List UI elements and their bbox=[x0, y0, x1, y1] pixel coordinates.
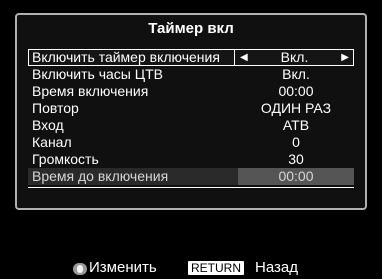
menu-item-label: Вход bbox=[32, 117, 64, 133]
menu-item-channel[interactable]: Канал 0 bbox=[28, 134, 354, 151]
menu-item-repeat[interactable]: Повтор ОДИН РАЗ bbox=[28, 100, 354, 117]
menu-item-value: Вкл. bbox=[282, 66, 310, 82]
menu-item-label: Время до включения bbox=[32, 168, 169, 184]
right-arrow-icon[interactable]: ▶ bbox=[341, 49, 349, 66]
menu-item-label: Канал bbox=[32, 134, 72, 150]
menu-item-value: 00:00 bbox=[278, 83, 314, 99]
menu-item-value: Вкл. bbox=[280, 49, 309, 65]
menu-title: Таймер вкл bbox=[148, 20, 234, 37]
value-selector[interactable]: ◀ Вкл. ▶ bbox=[234, 49, 354, 66]
menu-item-value: ОДИН РАЗ bbox=[260, 100, 332, 116]
menu-item-value: 30 bbox=[288, 151, 304, 167]
return-button[interactable]: RETURN bbox=[188, 261, 244, 275]
menu-item-value: 00:00 bbox=[238, 168, 354, 185]
menu-item-value: 0 bbox=[292, 134, 300, 150]
menu-item-on-time[interactable]: Время включения 00:00 bbox=[28, 83, 354, 100]
menu-item-label: Время включения bbox=[32, 83, 149, 99]
menu-item-enable-on-timer[interactable]: Включить таймер включения ◀ Вкл. ▶ bbox=[28, 49, 354, 66]
menu-item-time-until-on: Время до включения 00:00 bbox=[28, 168, 354, 185]
timer-on-menu: Таймер вкл Включить таймер включения ◀ В… bbox=[15, 13, 367, 210]
menu-item-enable-dtv-clock[interactable]: Включить часы ЦТВ Вкл. bbox=[28, 66, 354, 83]
dpad-icon bbox=[73, 263, 87, 275]
menu-item-label: Включить таймер включения bbox=[32, 49, 220, 65]
menu-item-volume[interactable]: Громкость 30 bbox=[28, 151, 354, 168]
back-hint-label: Назад bbox=[255, 259, 298, 276]
menu-separator bbox=[28, 187, 354, 188]
menu-list: Включить таймер включения ◀ Вкл. ▶ Включ… bbox=[28, 49, 354, 185]
footer-hints: Изменить RETURN Назад bbox=[0, 258, 382, 278]
menu-item-label: Повтор bbox=[32, 100, 79, 116]
change-hint-label: Изменить bbox=[89, 259, 157, 276]
menu-item-input[interactable]: Вход АТВ bbox=[28, 117, 354, 134]
menu-item-label: Громкость bbox=[32, 151, 99, 167]
menu-item-value: АТВ bbox=[282, 117, 310, 133]
menu-item-label: Включить часы ЦТВ bbox=[32, 66, 163, 82]
